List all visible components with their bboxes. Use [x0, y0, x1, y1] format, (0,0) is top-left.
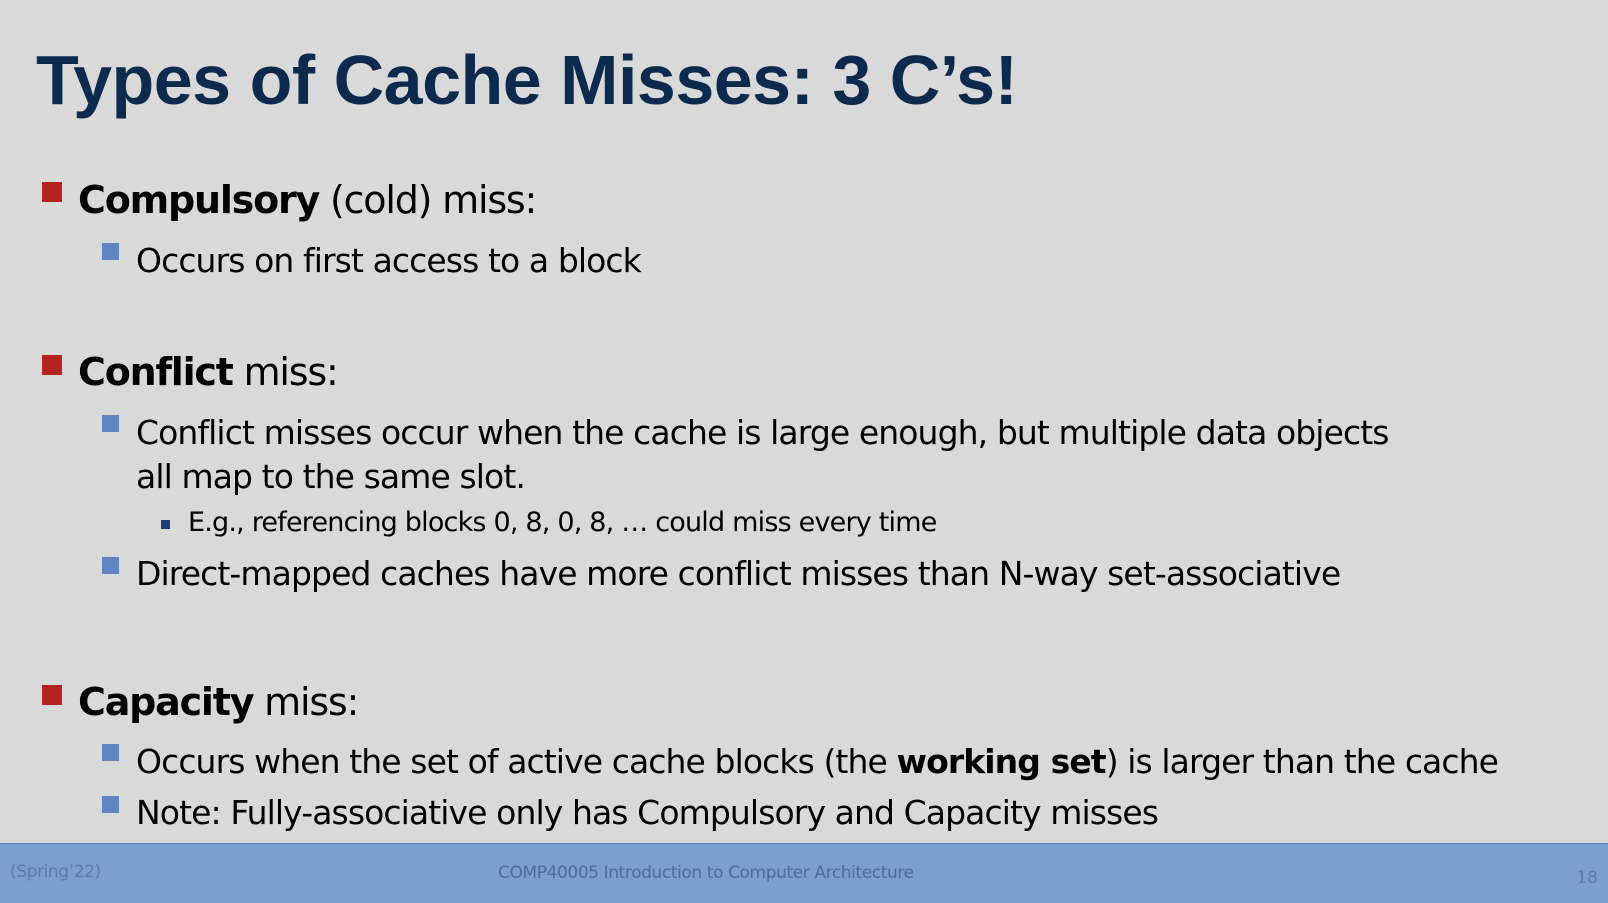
conflict-point-2: Direct-mapped caches have more conflict … [136, 554, 1341, 593]
conflict-point-1-line-1: Conflict misses occur when the cache is … [136, 413, 1389, 452]
compulsory-point-1: Occurs on first access to a block [136, 241, 642, 280]
red-square-bullet-icon [42, 685, 62, 705]
slide-title: Types of Cache Misses: 3 C’s! [36, 41, 1018, 119]
red-square-bullet-icon [42, 182, 62, 202]
term-compulsory: Compulsory [78, 178, 320, 222]
bullet-capacity: Capacity miss: [78, 680, 359, 724]
blue-square-bullet-icon [102, 744, 119, 761]
blue-square-bullet-icon [102, 243, 119, 260]
small-square-bullet-icon [161, 520, 170, 529]
capacity-point-1-after: ) is larger than the cache [1105, 742, 1499, 781]
working-set-term: working set [896, 742, 1106, 781]
capacity-point-1: Occurs when the set of active cache bloc… [136, 739, 1499, 784]
bullet-compulsory: Compulsory (cold) miss: [78, 178, 537, 222]
capacity-point-1-before: Occurs when the set of active cache bloc… [136, 742, 897, 781]
blue-square-bullet-icon [102, 415, 119, 432]
red-square-bullet-icon [42, 355, 62, 375]
capacity-point-2: Note: Fully-associative only has Compuls… [136, 793, 1159, 832]
blue-square-bullet-icon [102, 557, 119, 574]
slide-number: 18 [1576, 868, 1598, 888]
footer-course: COMP40005 Introduction to Computer Archi… [498, 863, 914, 883]
capacity-rest: miss: [253, 680, 359, 724]
term-capacity: Capacity [78, 680, 254, 724]
slide: Types of Cache Misses: 3 C’s! Compulsory… [0, 0, 1608, 903]
compulsory-rest: (cold) miss: [319, 178, 537, 222]
conflict-rest: miss: [232, 350, 339, 394]
footer-bar: (Spring’22) COMP40005 Introduction to Co… [0, 843, 1608, 903]
conflict-sub-example: E.g., referencing blocks 0, 8, 0, 8, … c… [188, 507, 937, 538]
conflict-point-1-line-2: all map to the same slot. [136, 457, 526, 496]
blue-square-bullet-icon [102, 796, 119, 813]
footer-semester: (Spring’22) [10, 862, 101, 882]
term-conflict: Conflict [78, 350, 234, 394]
bullet-conflict: Conflict miss: [78, 350, 339, 394]
